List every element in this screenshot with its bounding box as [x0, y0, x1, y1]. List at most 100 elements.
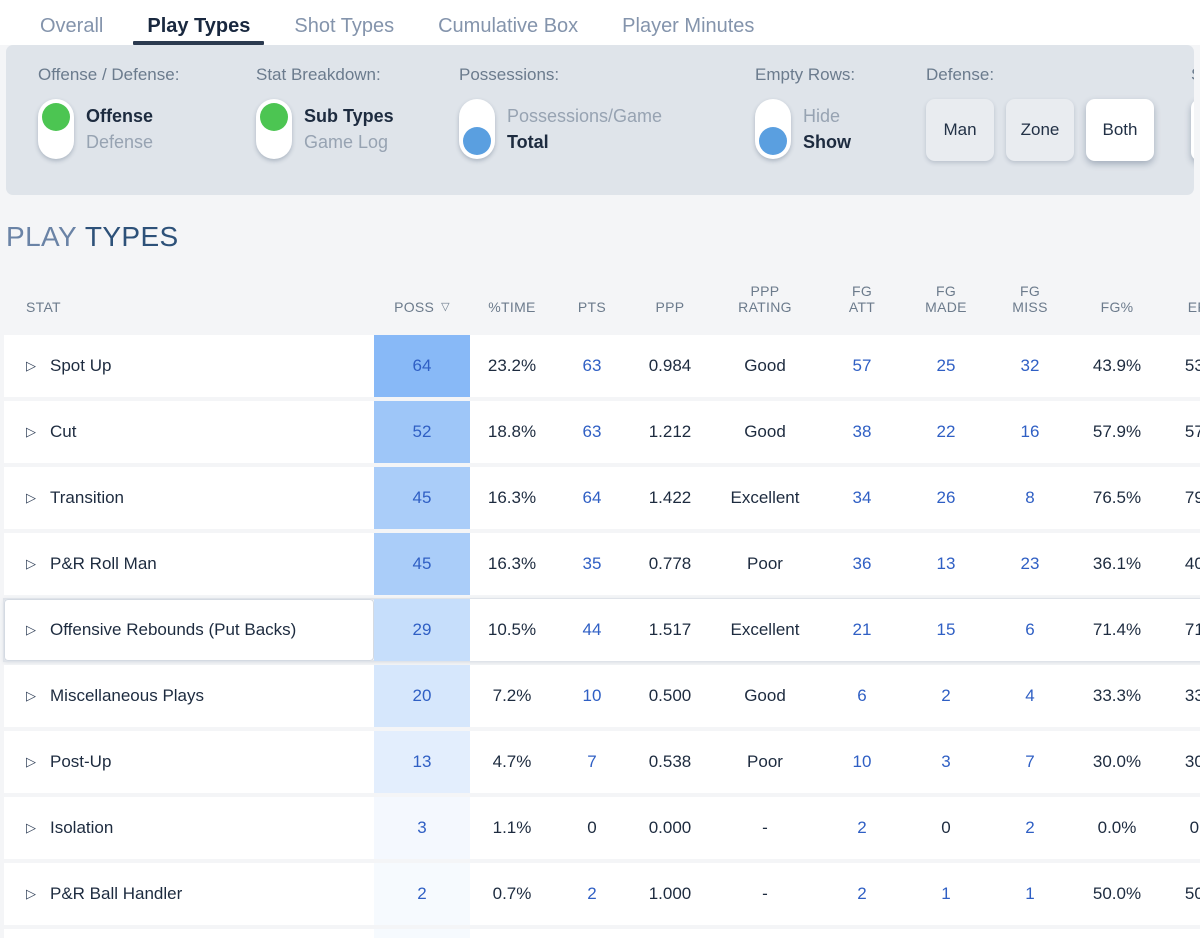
row-poss-cell[interactable]: 29	[374, 599, 470, 661]
row-fg-att-cell[interactable]: 38	[820, 401, 904, 463]
row-poss-cell[interactable]: 3	[374, 797, 470, 859]
row-pts-cell[interactable]: 7	[554, 731, 630, 793]
row-fg-att-cell[interactable]: 21	[820, 599, 904, 661]
row-stat-cell[interactable]: ▷ Cut	[4, 401, 374, 463]
row-fg-made-cell[interactable]: 3	[904, 731, 988, 793]
table-row[interactable]: ▷Post-Up134.7%70.538Poor103730.0%30.0%	[4, 731, 1200, 793]
row-stat-cell[interactable]: ▷ Offensive Rebounds (Put Backs)	[4, 599, 374, 661]
row-stat-cell[interactable]: ▷ Post-Up	[4, 731, 374, 793]
sub-types-option[interactable]: Sub Types	[304, 105, 394, 128]
row-fg-miss-cell[interactable]: 2	[988, 797, 1072, 859]
expand-triangle-icon[interactable]: ▷	[26, 754, 36, 770]
row-fg-att-cell[interactable]: 2	[820, 929, 904, 938]
row-fg-miss-cell[interactable]: 1	[988, 863, 1072, 925]
row-fg-miss-cell[interactable]: 16	[988, 401, 1072, 463]
tab-shot-types[interactable]: Shot Types	[272, 16, 416, 45]
defense-man-button[interactable]: Man	[926, 99, 994, 161]
expand-triangle-icon[interactable]: ▷	[26, 688, 36, 704]
row-poss-cell[interactable]: 2	[374, 929, 470, 938]
sort-desc-icon[interactable]: ▽	[441, 300, 450, 313]
table-row[interactable]: ▷ Spot Up 6423.2%630.984Good57253243.9%53.…	[4, 335, 1200, 397]
column-header-ppp[interactable]: PPP	[630, 275, 710, 331]
total-option[interactable]: Total	[507, 131, 662, 154]
row-fg-att-cell[interactable]: 2	[820, 863, 904, 925]
game-log-option[interactable]: Game Log	[304, 131, 394, 154]
row-stat-cell[interactable]: ▷ Transition	[4, 467, 374, 529]
row-pts-cell[interactable]: 44	[554, 599, 630, 661]
stat-breakdown-toggle[interactable]	[256, 99, 292, 159]
row-poss-cell[interactable]: 13	[374, 731, 470, 793]
row-pts-cell[interactable]: 10	[554, 665, 630, 727]
column-header-fg-att[interactable]: FG ATT	[820, 275, 904, 331]
row-fg-made-cell[interactable]: 26	[904, 467, 988, 529]
row-pts-cell[interactable]: 64	[554, 467, 630, 529]
empty-rows-toggle[interactable]	[755, 99, 791, 159]
row-stat-cell[interactable]: ▷ Isolation	[4, 797, 374, 859]
row-pts-cell[interactable]: 35	[554, 533, 630, 595]
expand-triangle-icon[interactable]: ▷	[26, 490, 36, 506]
row-fg-made-cell[interactable]: 15	[904, 599, 988, 661]
tab-play-types[interactable]: Play Types	[125, 16, 272, 45]
row-fg-miss-cell[interactable]: 32	[988, 335, 1072, 397]
row-fg-made-cell[interactable]: 1	[904, 863, 988, 925]
expand-triangle-icon[interactable]: ▷	[26, 358, 36, 374]
table-row[interactable]: ▷ Offensive Rebounds (Put Backs) 29 10.5% 44…	[4, 599, 1200, 661]
row-fg-made-cell[interactable]: 25	[904, 335, 988, 397]
expand-triangle-icon[interactable]: ▷	[26, 886, 36, 902]
row-pts-cell[interactable]: 63	[554, 401, 630, 463]
tab-player-minutes[interactable]: Player Minutes	[600, 16, 776, 45]
row-fg-made-cell[interactable]: 2	[904, 665, 988, 727]
column-header-fg-miss[interactable]: FG MISS	[988, 275, 1072, 331]
table-row[interactable]: ▷Cut5218.8%631.212Good38221657.9%57.9%	[4, 401, 1200, 463]
row-stat-cell[interactable]: ▷Handoffs	[4, 929, 374, 938]
table-row[interactable]: ▷ Miscellaneous Plays 20 7.2% 10 0.500 Good 6 2 4…	[4, 665, 1200, 727]
clipped-button[interactable]	[1191, 99, 1194, 161]
table-row[interactable]: ▷P&R Ball Handler20.7%21.000-21150.0%50.…	[4, 863, 1200, 925]
row-poss-cell[interactable]: 20	[374, 665, 470, 727]
row-pts-cell[interactable]: 2	[554, 863, 630, 925]
row-fg-miss-cell[interactable]: 6	[988, 599, 1072, 661]
row-poss-cell[interactable]: 45	[374, 467, 470, 529]
row-poss-cell[interactable]: 52	[374, 401, 470, 463]
expand-triangle-icon[interactable]: ▷	[26, 556, 36, 572]
column-header-stat[interactable]: STAT	[4, 275, 374, 331]
column-header-fg-pct[interactable]: FG%	[1072, 275, 1162, 331]
offense-option[interactable]: Offense	[86, 105, 153, 128]
expand-triangle-icon[interactable]: ▷	[26, 424, 36, 440]
row-fg-miss-cell[interactable]: 7	[988, 731, 1072, 793]
row-fg-att-cell[interactable]: 10	[820, 731, 904, 793]
possessions-per-game-option[interactable]: Possessions/Game	[507, 105, 662, 128]
hide-option[interactable]: Hide	[803, 105, 851, 128]
defense-option[interactable]: Defense	[86, 131, 153, 154]
row-poss-cell[interactable]: 2	[374, 863, 470, 925]
row-fg-miss-cell[interactable]: 8	[988, 467, 1072, 529]
table-row[interactable]: ▷Handoffs20.7%00.000-2020.0%0.0%	[4, 929, 1200, 938]
tab-overall[interactable]: Overall	[18, 16, 125, 45]
defense-both-button[interactable]: Both	[1086, 99, 1154, 161]
column-header-poss[interactable]: POSS ▽	[374, 275, 470, 331]
row-fg-att-cell[interactable]: 2	[820, 797, 904, 859]
row-fg-miss-cell[interactable]: 2	[988, 929, 1072, 938]
offense-defense-toggle[interactable]	[38, 99, 74, 159]
row-stat-cell[interactable]: ▷ P&R Roll Man	[4, 533, 374, 595]
row-stat-cell[interactable]: ▷ Spot Up	[4, 335, 374, 397]
row-poss-cell[interactable]: 64	[374, 335, 470, 397]
expand-triangle-icon[interactable]: ▷	[26, 820, 36, 836]
row-fg-made-cell[interactable]: 13	[904, 533, 988, 595]
row-fg-att-cell[interactable]: 57	[820, 335, 904, 397]
column-header-efg-pct[interactable]: EFG%	[1162, 275, 1200, 331]
row-fg-miss-cell[interactable]: 23	[988, 533, 1072, 595]
row-stat-cell[interactable]: ▷ Miscellaneous Plays	[4, 665, 374, 727]
table-row[interactable]: ▷ Transition 45 16.3% 64 1.422 Excellent 34 26 8 7…	[4, 467, 1200, 529]
column-header-fg-made[interactable]: FG MADE	[904, 275, 988, 331]
expand-triangle-icon[interactable]: ▷	[26, 622, 36, 638]
column-header-time[interactable]: %TIME	[470, 275, 554, 331]
row-stat-cell[interactable]: ▷ P&R Ball Handler	[4, 863, 374, 925]
column-header-ppp-rating[interactable]: PPP RATING	[710, 275, 820, 331]
defense-zone-button[interactable]: Zone	[1006, 99, 1074, 161]
row-poss-cell[interactable]: 45	[374, 533, 470, 595]
column-header-pts[interactable]: PTS	[554, 275, 630, 331]
row-fg-att-cell[interactable]: 34	[820, 467, 904, 529]
table-row[interactable]: ▷ P&R Roll Man 45 16.3% 35 0.778 Poor 36 13 23 36.…	[4, 533, 1200, 595]
row-pts-cell[interactable]: 63	[554, 335, 630, 397]
